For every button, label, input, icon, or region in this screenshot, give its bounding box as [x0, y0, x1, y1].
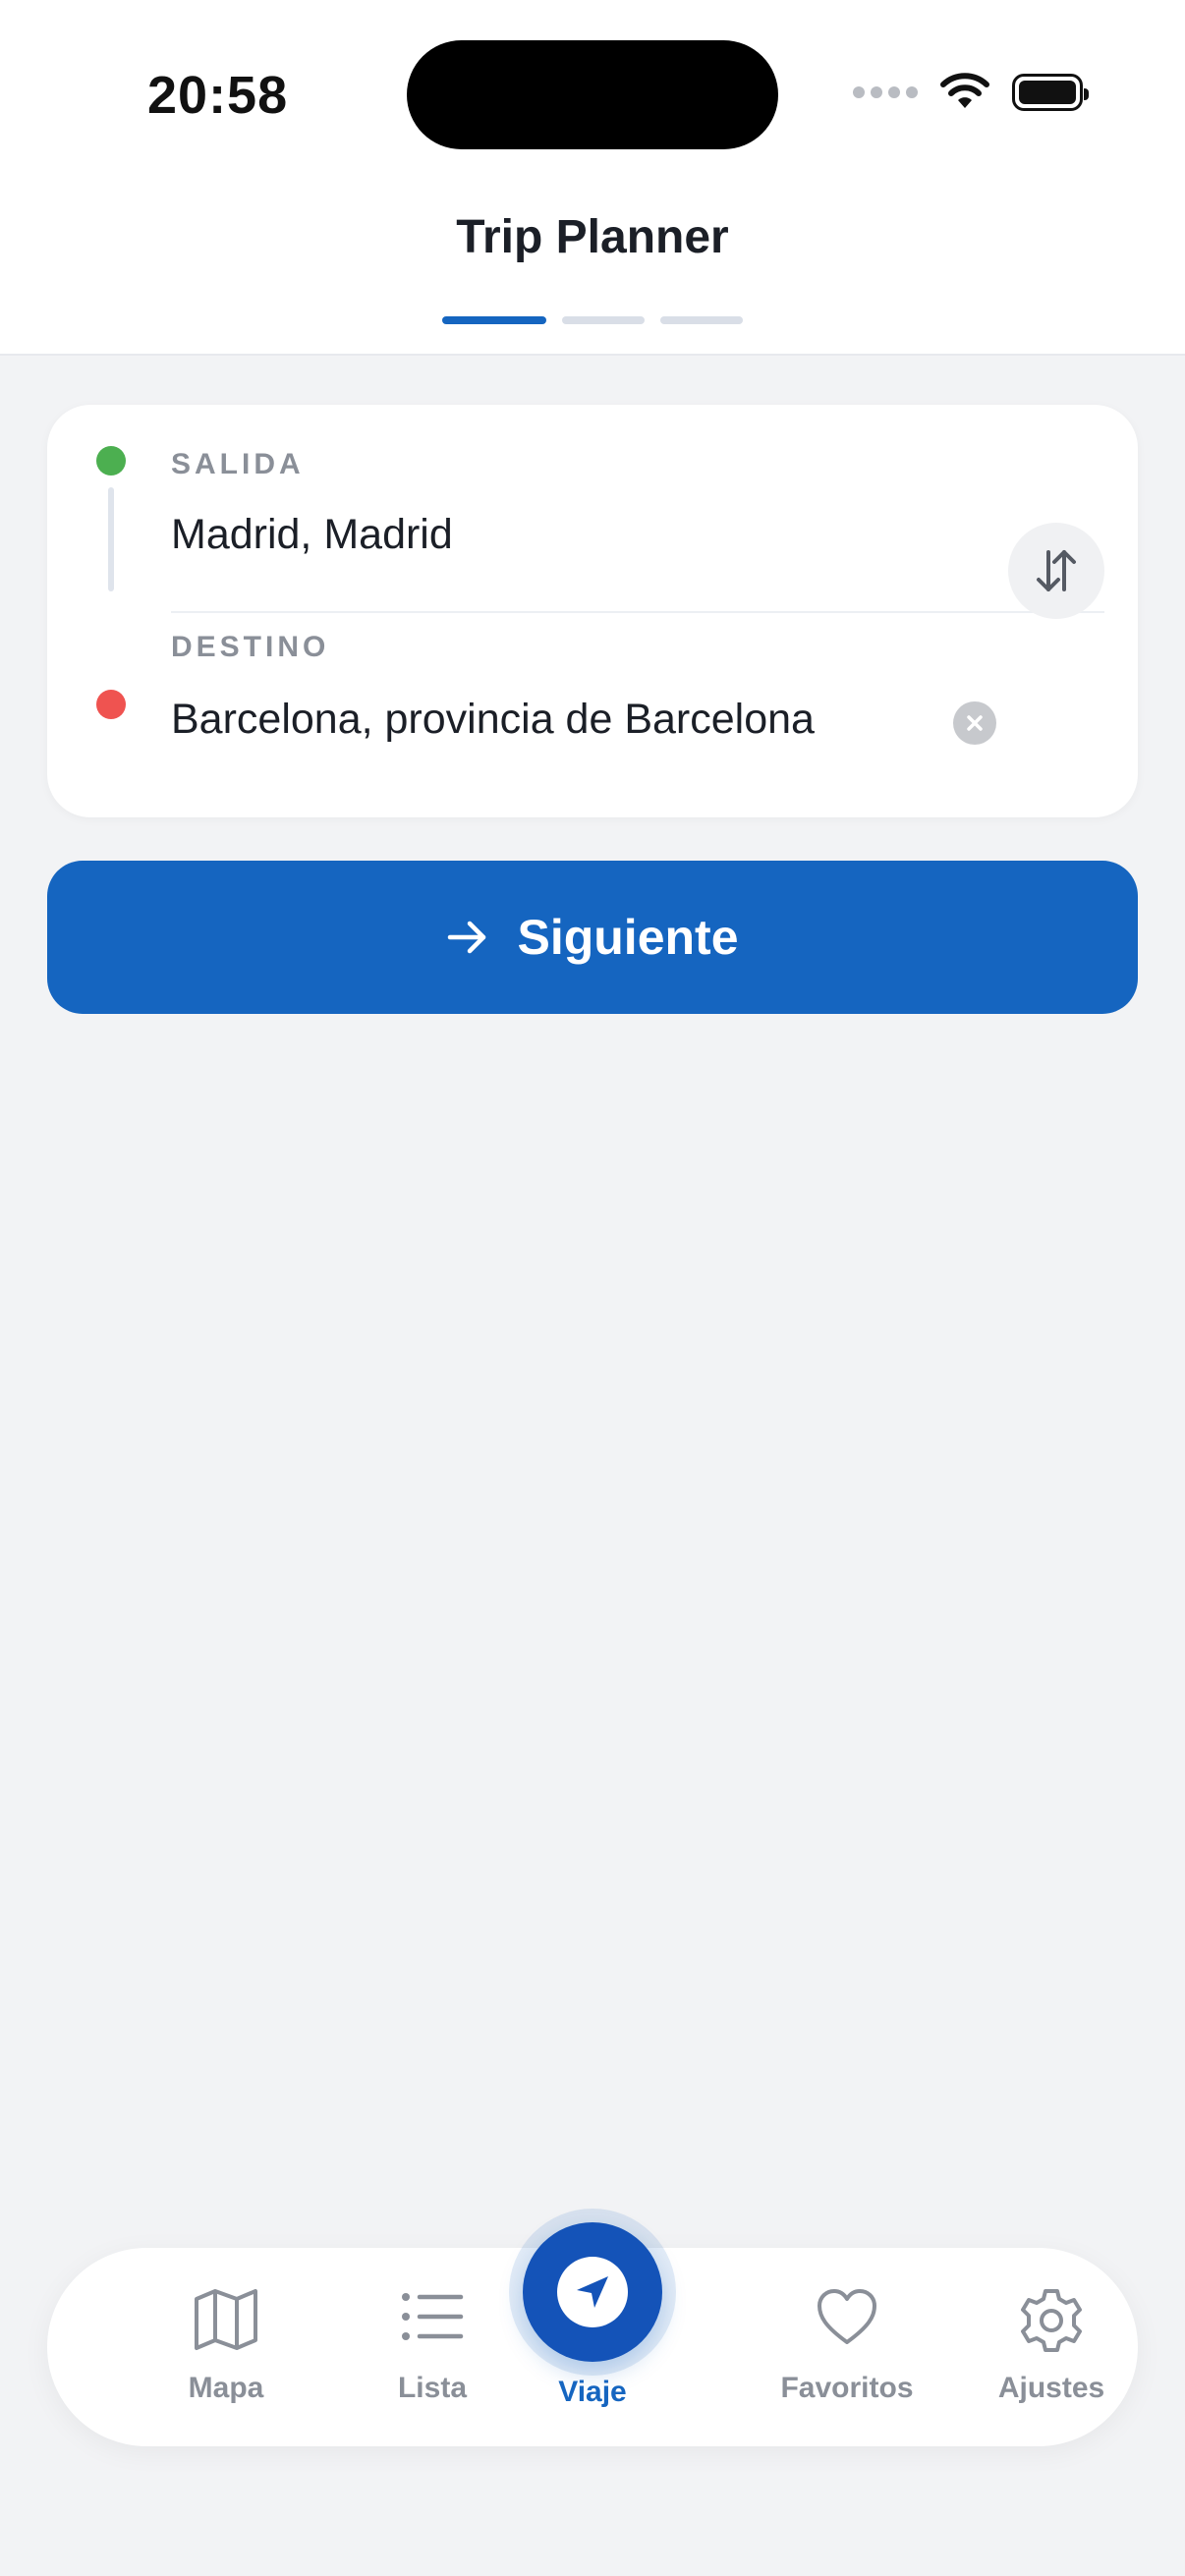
- page-title: Trip Planner: [456, 211, 729, 263]
- gear-icon: [1021, 2289, 1082, 2352]
- wifi-icon: [940, 73, 989, 108]
- step-2-indicator: [562, 316, 645, 324]
- origin-dot-icon: [96, 446, 126, 476]
- tab-ajustes[interactable]: Ajustes: [963, 2248, 1140, 2446]
- tab-label: Favoritos: [780, 2372, 914, 2404]
- destination-label: DESTINO: [171, 631, 330, 663]
- route-connector: [108, 487, 114, 591]
- swap-locations-button[interactable]: [1008, 523, 1104, 619]
- header-area: 20:58 Trip Planner: [0, 0, 1185, 356]
- navigation-arrow-icon: [577, 2276, 608, 2308]
- tab-viaje[interactable]: Viaje: [504, 2222, 681, 2446]
- cellular-signal-icon: [853, 86, 918, 98]
- heart-icon: [818, 2289, 876, 2344]
- origin-input[interactable]: [171, 511, 957, 559]
- dynamic-island: [407, 40, 778, 149]
- tab-label: Viaje: [558, 2376, 627, 2408]
- arrow-right-icon: [448, 921, 486, 954]
- destination-dot-icon: [96, 690, 126, 719]
- next-button-label: Siguiente: [517, 910, 739, 965]
- clear-destination-button[interactable]: [953, 701, 996, 745]
- map-icon: [195, 2289, 257, 2350]
- tab-label: Mapa: [188, 2372, 264, 2404]
- status-icons: [853, 73, 1089, 112]
- tab-favoritos[interactable]: Favoritos: [759, 2248, 935, 2446]
- step-indicator: [442, 316, 743, 324]
- next-button[interactable]: Siguiente: [47, 861, 1138, 1014]
- route-card: SALIDA DESTINO: [47, 405, 1138, 817]
- destination-input[interactable]: [171, 696, 957, 744]
- step-1-indicator: [442, 316, 546, 324]
- status-time: 20:58: [147, 66, 289, 125]
- viaje-fab[interactable]: [523, 2222, 662, 2362]
- list-icon: [402, 2293, 464, 2340]
- swap-arrows-icon: [1037, 550, 1076, 591]
- tab-label: Lista: [397, 2372, 468, 2404]
- tab-mapa[interactable]: Mapa: [138, 2248, 314, 2446]
- battery-icon: [1012, 74, 1089, 111]
- field-divider: [171, 611, 1104, 613]
- step-3-indicator: [660, 316, 743, 324]
- tab-lista[interactable]: Lista: [344, 2248, 521, 2446]
- origin-label: SALIDA: [171, 448, 305, 480]
- bottom-tab-bar: Mapa Lista Viaje Favoritos Ajustes: [47, 2222, 1140, 2446]
- close-icon: [967, 715, 983, 731]
- tab-label: Ajustes: [997, 2372, 1105, 2404]
